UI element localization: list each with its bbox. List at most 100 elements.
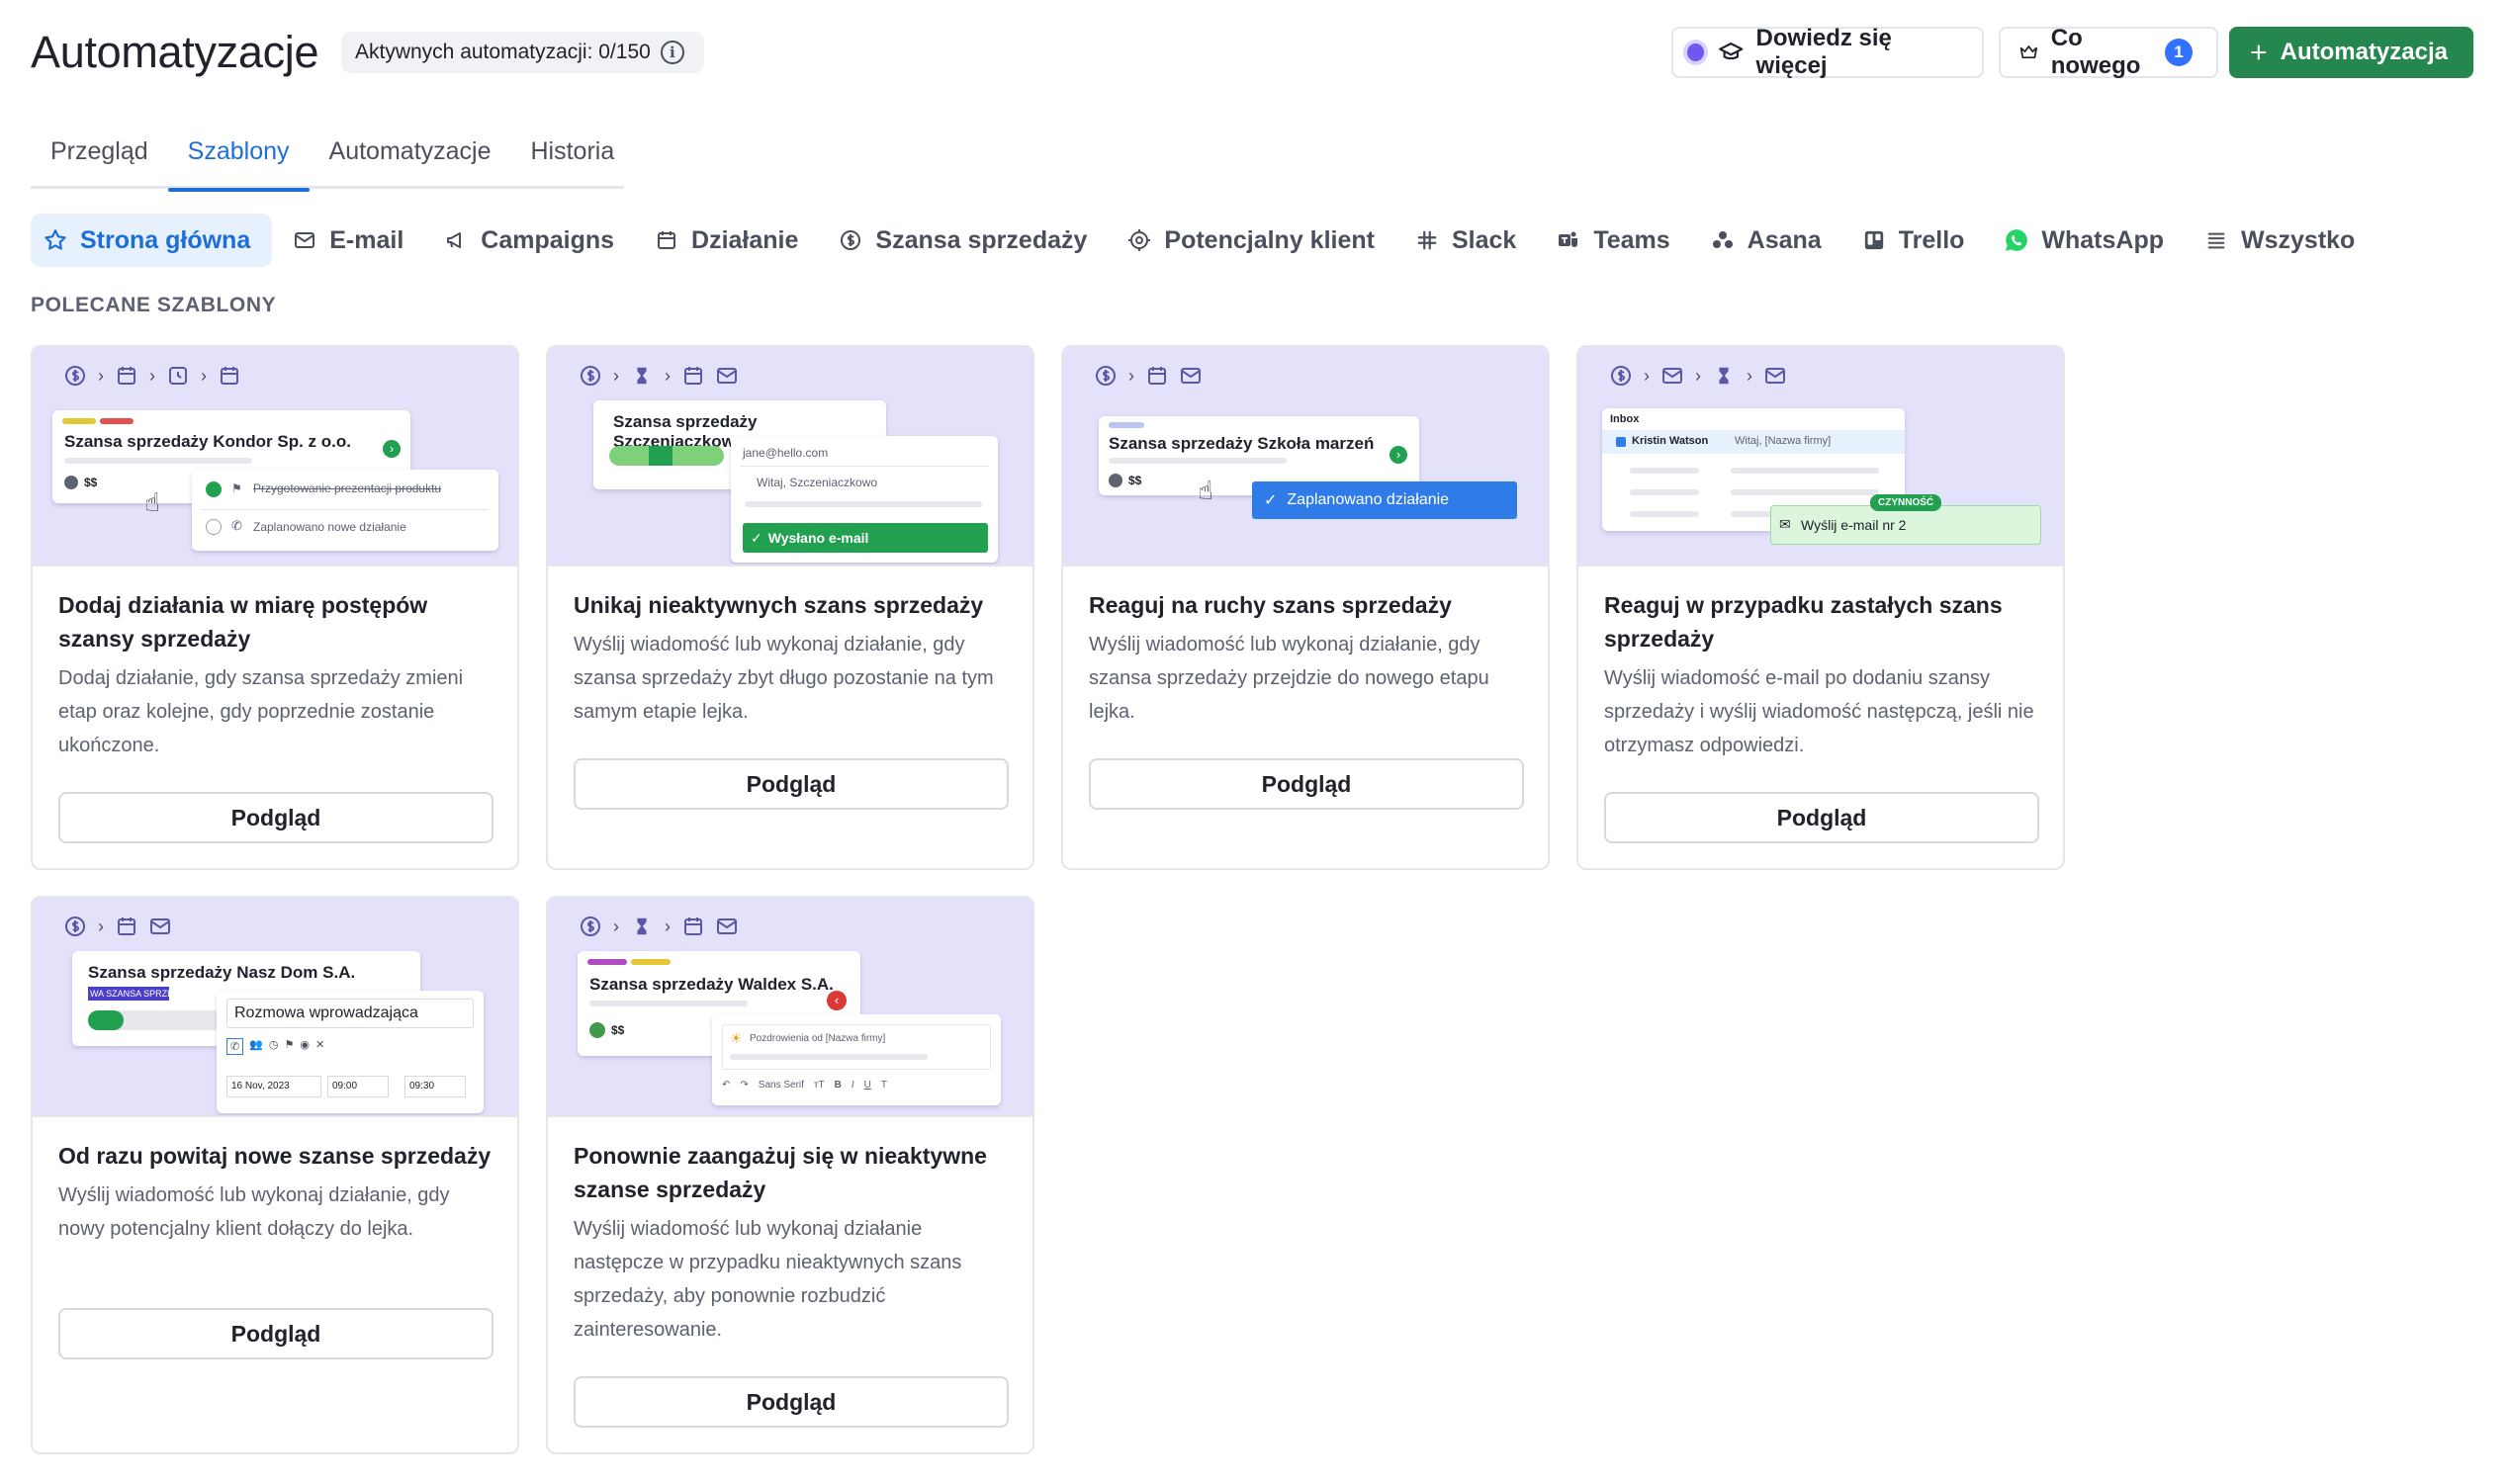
trello-icon xyxy=(1861,227,1887,253)
flag-icon: ⚑ xyxy=(231,481,242,495)
cutlery-icon: ✕ xyxy=(315,1039,325,1051)
deadline-icon: ◉ xyxy=(300,1039,311,1051)
category-label: Potencjalny klient xyxy=(1164,225,1375,254)
preview-button[interactable]: Podgląd xyxy=(1089,758,1524,810)
envelope-icon xyxy=(292,227,317,253)
category-slack[interactable]: Slack xyxy=(1394,214,1536,267)
add-automation-button[interactable]: Automatyzacja xyxy=(2229,27,2473,78)
person-icon xyxy=(64,476,78,489)
category-campaigns[interactable]: Campaigns xyxy=(423,214,634,267)
card-title: Reaguj w przypadku zastałych szans sprze… xyxy=(1604,592,2003,652)
category-label: E-mail xyxy=(329,225,404,254)
calendar-icon xyxy=(1144,363,1170,389)
mock-item-completed: Przygotowanie prezentacji produktu xyxy=(253,481,442,495)
category-deal[interactable]: Szansa sprzedaży xyxy=(818,214,1107,267)
calendar-icon xyxy=(217,363,242,389)
mock-inbox: Inbox xyxy=(1610,413,1640,425)
preview-button[interactable]: Podgląd xyxy=(574,758,1009,810)
template-card[interactable]: › › › Inbox Kristin Watson Witaj, [Nazwa… xyxy=(1576,345,2065,870)
workflow-steps: › › › xyxy=(62,363,242,389)
preview-button[interactable]: Podgląd xyxy=(58,792,493,843)
check-icon: ✓ xyxy=(1264,492,1278,509)
preview-button[interactable]: Podgląd xyxy=(58,1308,493,1359)
check-icon: ✓ xyxy=(751,529,762,546)
calendar-icon xyxy=(680,914,706,939)
category-whatsapp[interactable]: WhatsApp xyxy=(1984,214,2184,267)
info-icon[interactable]: i xyxy=(660,41,684,64)
mock-time-to: 09:30 xyxy=(409,1081,435,1091)
clock-icon xyxy=(165,363,191,389)
category-label: Działanie xyxy=(691,225,799,254)
email-mock: jane@hello.com Witaj, Szczeniaczkowo ✓ W… xyxy=(731,436,998,563)
sent-email-label: Wysłano e-mail xyxy=(767,530,869,546)
card-description: Wyślij wiadomość lub wykonaj działanie n… xyxy=(574,1218,962,1341)
person-icon xyxy=(1109,474,1122,487)
undo-icon: ↶ xyxy=(722,1080,731,1091)
category-label: Szansa sprzedaży xyxy=(875,225,1088,254)
avatar xyxy=(589,1022,605,1038)
preview-button[interactable]: Podgląd xyxy=(1604,792,2039,843)
whats-new-label: Co nowego xyxy=(2050,25,2141,79)
category-all[interactable]: Wszystko xyxy=(2184,214,2375,267)
check-circle-icon xyxy=(206,481,222,497)
category-trello[interactable]: Trello xyxy=(1841,214,1985,267)
text-color-icon: T xyxy=(880,1080,887,1091)
mock-greeting: Pozdrowienia od [Nazwa firmy] xyxy=(750,1033,886,1044)
activity-type-icons: ✆ 👥 ◷ ⚑ ◉ ✕ xyxy=(226,1038,324,1055)
category-home[interactable]: Strona główna xyxy=(31,214,273,267)
slack-icon xyxy=(1414,227,1440,253)
template-card[interactable]: › › › Szansa sprzedaży Kondor Sp. z o.o.… xyxy=(31,345,519,870)
card-body: Ponownie zaangażuj się w nieaktywne szan… xyxy=(548,1117,1032,1347)
learn-more-button[interactable]: Dowiedz się więcej xyxy=(1671,25,1984,79)
card-title: Reaguj na ruchy szans sprzedaży xyxy=(1089,592,1452,618)
chevron-right-icon: › xyxy=(613,916,619,936)
preview-button[interactable]: Podgląd xyxy=(574,1376,1009,1428)
mock-time-from: 09:00 xyxy=(332,1081,358,1091)
category-label: Asana xyxy=(1747,225,1822,254)
calendar-icon xyxy=(680,363,706,389)
category-label: Strona główna xyxy=(80,225,251,254)
template-card[interactable]: › › Szansa sprzedaży Waldex S.A. $$ ‹ ☀ … xyxy=(546,896,1034,1454)
category-teams[interactable]: Teams xyxy=(1536,214,1689,267)
sent-email-badge: ✓ Wysłano e-mail xyxy=(743,523,988,553)
tab-historia[interactable]: Historia xyxy=(511,124,635,189)
phone-icon: ✆ xyxy=(231,518,242,533)
plus-icon xyxy=(2251,44,2267,60)
arrow-right-icon: › xyxy=(383,440,401,458)
hand-cursor-icon: ☝ xyxy=(144,487,160,517)
template-card[interactable]: › Szansa sprzedaży Nasz Dom S.A. WA SZAN… xyxy=(31,896,519,1454)
mock-email: jane@hello.com xyxy=(743,446,829,460)
flag-icon: ⚑ xyxy=(284,1039,295,1051)
category-email[interactable]: E-mail xyxy=(272,214,423,267)
category-label: Slack xyxy=(1451,225,1517,254)
tab-przeglad[interactable]: Przegląd xyxy=(31,124,168,189)
mock-date: 16 Nov, 2023 xyxy=(231,1081,290,1091)
category-lead[interactable]: Potencjalny klient xyxy=(1107,214,1394,267)
star-icon xyxy=(43,227,68,253)
template-card[interactable]: › Szansa sprzedaży Szkoła marzeń $$ › ✓ … xyxy=(1061,345,1550,870)
card-title: Od razu powitaj nowe szanse sprzedaży xyxy=(58,1143,492,1169)
tab-szablony[interactable]: Szablony xyxy=(167,124,310,192)
dollar-icon xyxy=(578,914,603,939)
card-body: Unikaj nieaktywnych szans sprzedaży Wyśl… xyxy=(548,567,1032,729)
bold-icon: B xyxy=(834,1080,842,1091)
date-field: 16 Nov, 2023 xyxy=(226,1076,321,1097)
learn-more-label: Dowiedz się więcej xyxy=(1755,25,1892,79)
font-select: Sans Serif xyxy=(758,1080,804,1091)
mock-greeting: Witaj, [Nazwa firmy] xyxy=(1735,435,1832,447)
dollar-icon xyxy=(578,363,603,389)
chevron-right-icon: › xyxy=(1128,365,1134,386)
list-icon xyxy=(2203,227,2229,253)
tab-automatyzacje[interactable]: Automatyzacje xyxy=(310,124,511,189)
card-preview: › Szansa sprzedaży Szkoła marzeń $$ › ✓ … xyxy=(1063,347,1548,567)
category-asana[interactable]: Asana xyxy=(1690,214,1841,267)
card-body: Dodaj działania w miarę postępów szansy … xyxy=(33,567,517,762)
category-activity[interactable]: Działanie xyxy=(634,214,818,267)
dollar-icon xyxy=(62,363,88,389)
chevron-right-icon: › xyxy=(613,365,619,386)
template-card[interactable]: › › Szansa sprzedaży Szczeniaczkowo jane… xyxy=(546,345,1034,870)
whats-new-button[interactable]: Co nowego 1 xyxy=(1999,25,2218,79)
category-label: Wszystko xyxy=(2241,225,2356,254)
main-tabs: Przegląd Szablony Automatyzacje Historia xyxy=(31,124,624,192)
activity-badge: CZYNNOŚĆ xyxy=(1870,494,1942,511)
